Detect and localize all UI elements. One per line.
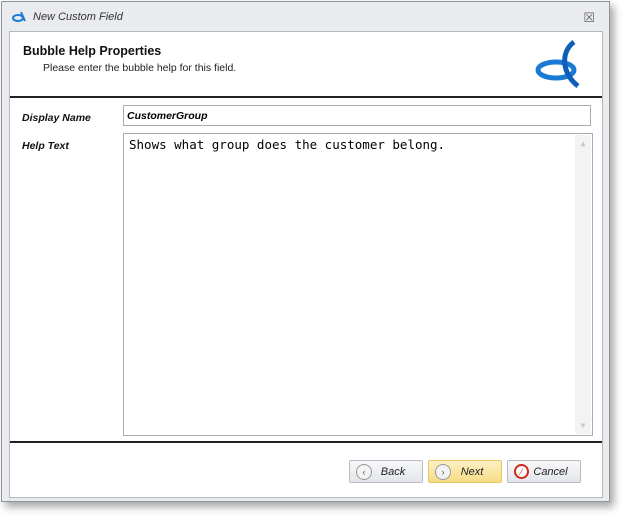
wizard-header: Bubble Help Properties Please enter the … [10, 32, 602, 98]
help-text-label: Help Text [22, 140, 69, 152]
display-name-input[interactable]: CustomerGroup [123, 105, 591, 126]
scroll-down-icon[interactable]: ▼ [575, 421, 591, 430]
window-title: New Custom Field [33, 11, 123, 23]
page-subtitle: Please enter the bubble help for this fi… [43, 62, 237, 74]
page-title: Bubble Help Properties [23, 44, 162, 58]
cancel-icon: ⁄ [514, 464, 529, 479]
title-bar: New Custom Field [12, 11, 123, 23]
cancel-label: Cancel [533, 465, 568, 478]
back-button[interactable]: ‹ Back [349, 460, 423, 483]
display-name-label: Display Name [22, 112, 91, 124]
help-text-area[interactable]: Shows what group does the customer belon… [123, 133, 593, 436]
scrollbar[interactable]: ▲ ▼ [575, 135, 591, 434]
footer-divider [10, 441, 602, 443]
chevron-right-icon: › [435, 463, 451, 480]
brand-logo-icon [535, 39, 580, 88]
close-icon[interactable]: ☒ [583, 10, 595, 26]
back-label: Back [380, 465, 406, 478]
app-logo-icon [12, 11, 26, 22]
scroll-up-icon[interactable]: ▲ [575, 139, 591, 148]
next-button[interactable]: › Next [428, 460, 502, 483]
help-text-value: Shows what group does the customer belon… [129, 137, 446, 152]
cancel-button[interactable]: ⁄ Cancel [507, 460, 581, 483]
chevron-left-icon: ‹ [356, 463, 372, 480]
dialog-window: New Custom Field ☒ Bubble Help Propertie… [1, 1, 610, 502]
content-panel: Bubble Help Properties Please enter the … [9, 31, 603, 498]
next-label: Next [460, 465, 484, 478]
